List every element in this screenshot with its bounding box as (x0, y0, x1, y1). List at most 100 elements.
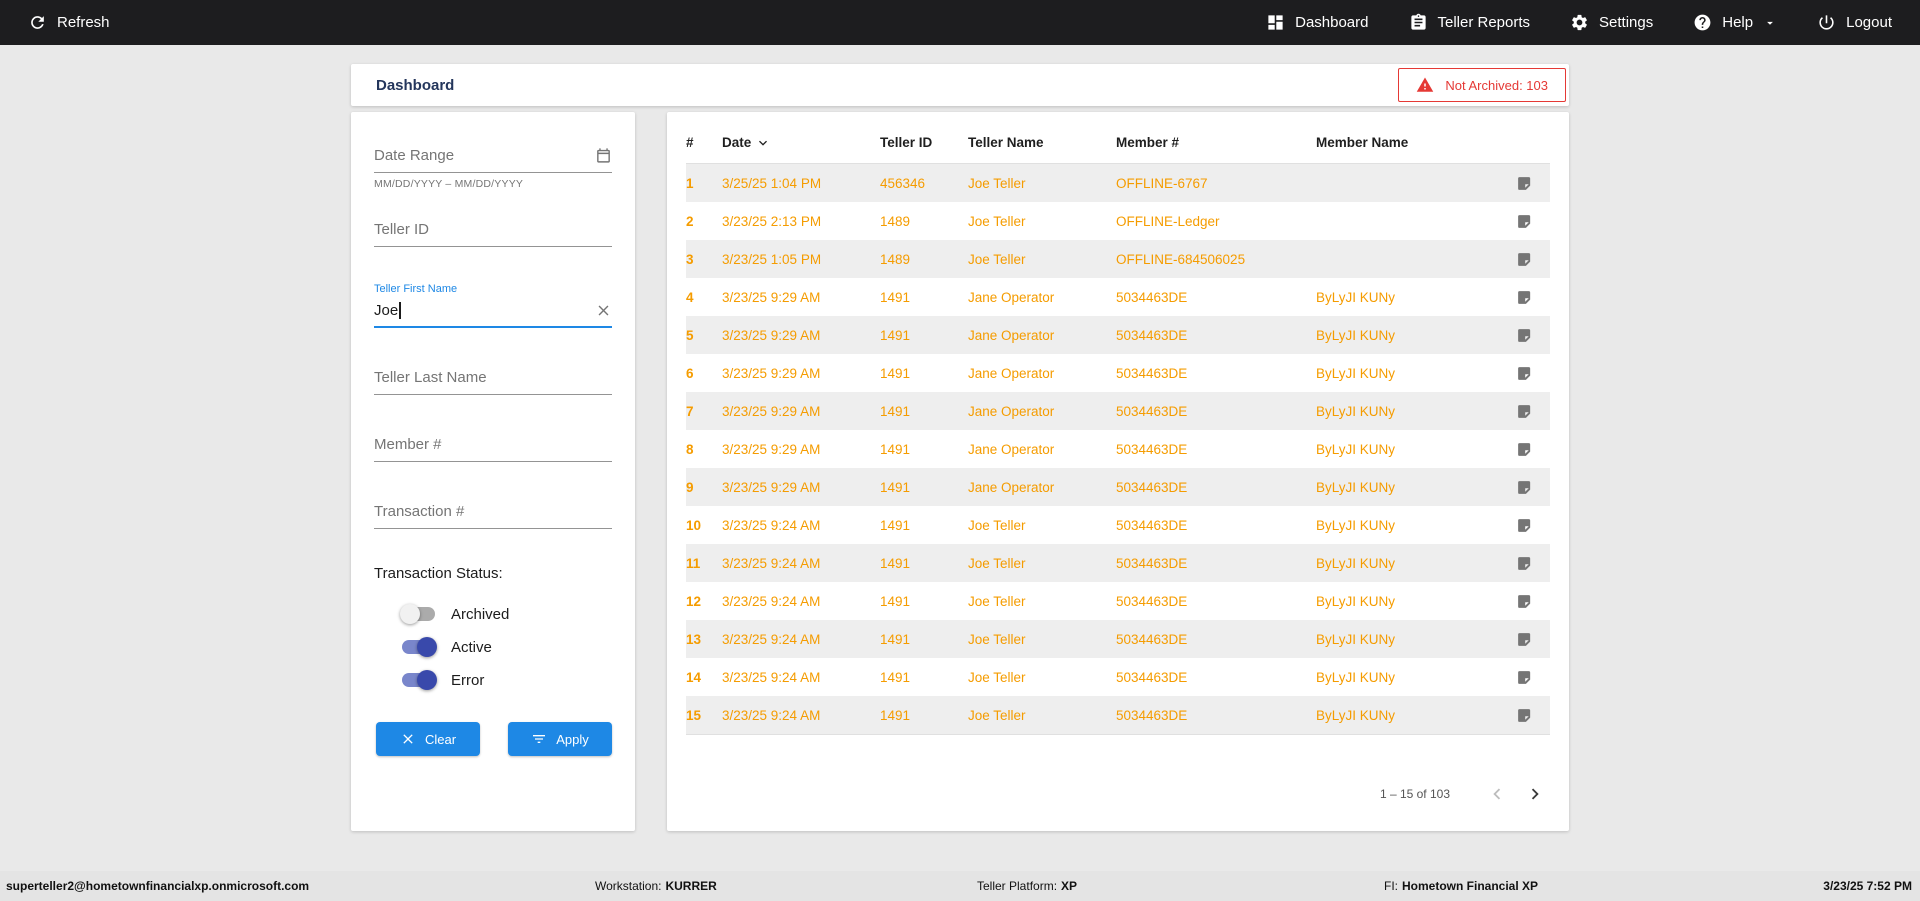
nav-label: Teller Reports (1437, 14, 1531, 31)
row-date: 3/23/25 9:29 AM (722, 479, 821, 495)
row-number: 7 (686, 403, 694, 419)
table-row[interactable]: 12 3/23/25 9:24 AM 1491 Joe Teller 50344… (686, 582, 1550, 620)
teller-last-name-input[interactable]: Teller Last Name (374, 364, 612, 395)
row-teller-name: Joe Teller (968, 631, 1026, 647)
date-range-hint: MM/DD/YYYY – MM/DD/YYYY (374, 178, 524, 190)
teller-first-name-label: Teller First Name (374, 283, 458, 295)
row-teller-name: Joe Teller (968, 669, 1026, 685)
next-page-button[interactable] (1524, 783, 1546, 805)
clear-field-icon[interactable] (595, 302, 612, 319)
nav-teller-reports[interactable]: Teller Reports (1409, 13, 1531, 32)
table-row[interactable]: 7 3/23/25 9:29 AM 1491 Jane Operator 503… (686, 392, 1550, 430)
active-switch[interactable] (400, 637, 437, 657)
note-icon[interactable] (1500, 707, 1548, 724)
row-member-name: ByLyJI KUNy (1316, 327, 1396, 343)
col-date[interactable]: Date (722, 135, 880, 151)
row-member-name: ByLyJI KUNy (1316, 441, 1396, 457)
row-member-name: ByLyJI KUNy (1316, 517, 1396, 533)
top-navigation-bar: Refresh Dashboard Teller Reports Setting… (0, 0, 1920, 45)
archived-switch[interactable] (400, 604, 437, 624)
row-teller-name: Joe Teller (968, 707, 1026, 723)
table-row[interactable]: 2 3/23/25 2:13 PM 1489 Joe Teller OFFLIN… (686, 202, 1550, 240)
row-teller-name: Joe Teller (968, 517, 1026, 533)
row-member-name: ByLyJI KUNy (1316, 555, 1396, 571)
row-member-number: 5034463DE (1116, 555, 1188, 571)
nav-dashboard[interactable]: Dashboard (1266, 13, 1369, 32)
clear-x-icon (400, 731, 416, 747)
workstation-info: Workstation: KURRER (595, 879, 717, 893)
note-icon[interactable] (1500, 175, 1548, 192)
note-icon[interactable] (1500, 555, 1548, 572)
previous-page-button[interactable] (1486, 783, 1508, 805)
note-icon[interactable] (1500, 517, 1548, 534)
row-teller-id: 1491 (880, 593, 911, 609)
table-row[interactable]: 8 3/23/25 9:29 AM 1491 Jane Operator 503… (686, 430, 1550, 468)
note-icon[interactable] (1500, 479, 1548, 496)
row-member-number: 5034463DE (1116, 479, 1188, 495)
calendar-icon[interactable] (595, 147, 612, 164)
note-icon[interactable] (1500, 403, 1548, 420)
row-teller-id: 1491 (880, 365, 911, 381)
help-icon (1693, 13, 1712, 32)
note-icon[interactable] (1500, 251, 1548, 268)
dashboard-icon (1266, 13, 1285, 32)
row-member-name: ByLyJI KUNy (1316, 365, 1396, 381)
toggle-error[interactable]: Error (400, 670, 612, 690)
note-icon[interactable] (1500, 327, 1548, 344)
row-member-number: OFFLINE-6767 (1116, 175, 1208, 191)
date-range-input[interactable]: Date Range (374, 142, 612, 173)
table-row[interactable]: 13 3/23/25 9:24 AM 1491 Joe Teller 50344… (686, 620, 1550, 658)
apply-button[interactable]: Apply (508, 722, 612, 756)
table-row[interactable]: 1 3/25/25 1:04 PM 456346 Joe Teller OFFL… (686, 164, 1550, 202)
transaction-number-input[interactable]: Transaction # (374, 498, 612, 529)
note-icon[interactable] (1500, 441, 1548, 458)
teller-last-name-placeholder: Teller Last Name (374, 369, 487, 386)
row-date: 3/23/25 9:24 AM (722, 631, 821, 647)
refresh-button[interactable]: Refresh (28, 13, 110, 32)
refresh-label: Refresh (57, 14, 110, 31)
table-row[interactable]: 3 3/23/25 1:05 PM 1489 Joe Teller OFFLIN… (686, 240, 1550, 278)
note-icon[interactable] (1500, 631, 1548, 648)
row-teller-id: 1491 (880, 441, 911, 457)
note-icon[interactable] (1500, 593, 1548, 610)
note-icon[interactable] (1500, 213, 1548, 230)
row-teller-name: Jane Operator (968, 403, 1055, 419)
note-icon[interactable] (1500, 289, 1548, 306)
logout-icon (1817, 13, 1836, 32)
nav-help[interactable]: Help (1693, 13, 1777, 32)
row-number: 8 (686, 441, 694, 457)
table-row[interactable]: 9 3/23/25 9:29 AM 1491 Jane Operator 503… (686, 468, 1550, 506)
teller-first-name-input[interactable]: Joe (374, 297, 612, 328)
row-teller-id: 1491 (880, 631, 911, 647)
row-teller-id: 1491 (880, 403, 911, 419)
table-row[interactable]: 11 3/23/25 9:24 AM 1491 Joe Teller 50344… (686, 544, 1550, 582)
row-teller-id: 1489 (880, 251, 911, 267)
nav-settings[interactable]: Settings (1570, 13, 1653, 32)
table-row[interactable]: 15 3/23/25 9:24 AM 1491 Joe Teller 50344… (686, 696, 1550, 734)
note-icon[interactable] (1500, 365, 1548, 382)
nav-logout[interactable]: Logout (1817, 13, 1892, 32)
member-number-input[interactable]: Member # (374, 431, 612, 462)
table-row[interactable]: 6 3/23/25 9:29 AM 1491 Jane Operator 503… (686, 354, 1550, 392)
text-cursor (399, 302, 401, 319)
toggle-active[interactable]: Active (400, 637, 612, 657)
toggle-archived[interactable]: Archived (400, 604, 612, 624)
table-row[interactable]: 10 3/23/25 9:24 AM 1491 Joe Teller 50344… (686, 506, 1550, 544)
filter-icon (531, 731, 547, 747)
error-switch[interactable] (400, 670, 437, 690)
sort-descending-icon[interactable] (755, 135, 771, 151)
row-number: 9 (686, 479, 694, 495)
row-date: 3/23/25 9:29 AM (722, 327, 821, 343)
row-number: 6 (686, 365, 694, 381)
table-row[interactable]: 4 3/23/25 9:29 AM 1491 Jane Operator 503… (686, 278, 1550, 316)
teller-id-input[interactable]: Teller ID (374, 216, 612, 247)
table-row[interactable]: 5 3/23/25 9:29 AM 1491 Jane Operator 503… (686, 316, 1550, 354)
row-member-number: OFFLINE-684506025 (1116, 251, 1246, 267)
pagination: 1 – 15 of 103 (686, 783, 1550, 805)
clear-button[interactable]: Clear (376, 722, 480, 756)
note-icon[interactable] (1500, 669, 1548, 686)
nav-label: Logout (1846, 14, 1892, 31)
not-archived-badge[interactable]: Not Archived: 103 (1398, 68, 1566, 102)
table-row[interactable]: 14 3/23/25 9:24 AM 1491 Joe Teller 50344… (686, 658, 1550, 696)
row-teller-id: 1489 (880, 213, 911, 229)
